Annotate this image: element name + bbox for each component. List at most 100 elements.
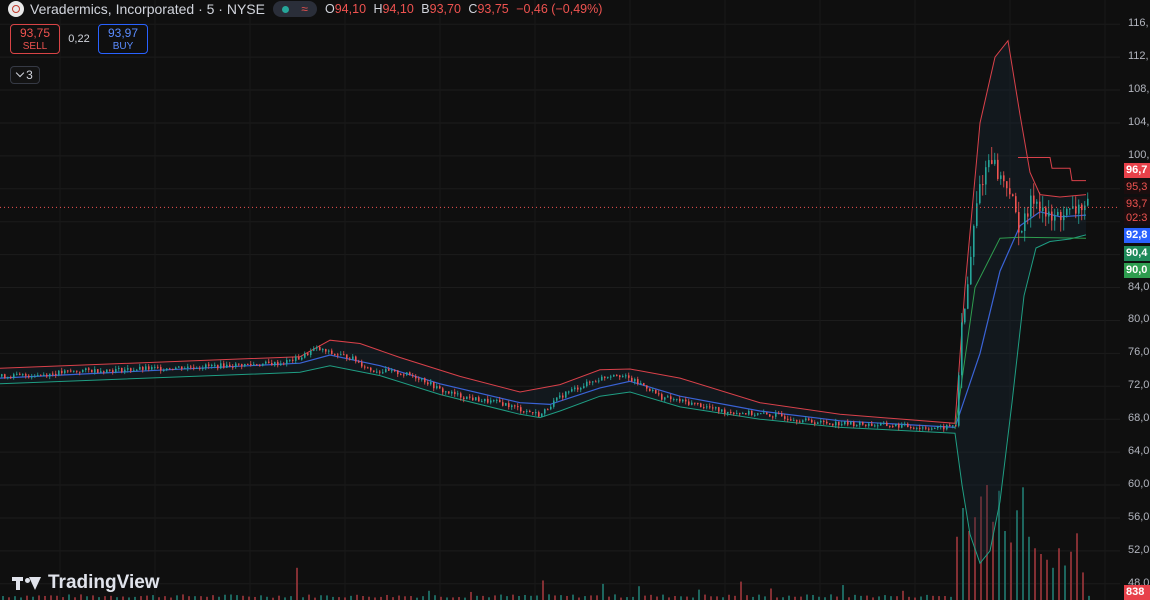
tradingview-logo[interactable]: TradingView xyxy=(12,572,160,594)
candle-body xyxy=(124,369,126,373)
volume-bar xyxy=(758,594,760,600)
price-axis-label: 116, xyxy=(1128,17,1149,30)
volume-bar xyxy=(404,596,406,600)
candle-body xyxy=(325,349,327,352)
price-tag: 92,8 xyxy=(1124,228,1150,243)
price-tag: 02:3 xyxy=(1124,211,1150,225)
candle-body xyxy=(307,353,309,355)
candle-body xyxy=(43,374,45,376)
candle-body xyxy=(742,413,744,415)
candle-body xyxy=(694,402,696,404)
candle-body xyxy=(745,413,747,415)
volume-bar xyxy=(398,595,400,600)
brand-name: TradingView xyxy=(48,572,160,593)
wave-icon: ≈ xyxy=(301,2,308,16)
market-open-icon xyxy=(282,5,290,13)
candle-body xyxy=(658,393,660,395)
candle-body xyxy=(802,420,804,423)
volume-bar xyxy=(860,595,862,600)
candle-body xyxy=(853,421,855,427)
ohlc-values: O94,10 H94,10 B93,70 C93,75 −0,46 (−0,49… xyxy=(325,2,606,16)
sell-button[interactable]: 93,75 SELL xyxy=(10,24,60,54)
chart-canvas[interactable] xyxy=(0,0,1150,600)
candle-body xyxy=(859,422,861,426)
indicators-collapse-toggle[interactable]: 3 xyxy=(10,66,40,84)
candle-body xyxy=(151,366,153,370)
candle-body xyxy=(799,421,801,423)
candle-body xyxy=(301,357,303,360)
candle-body xyxy=(82,370,84,373)
candle-body xyxy=(952,425,954,427)
candle-body xyxy=(97,369,99,373)
candle-body xyxy=(469,396,471,398)
volume-bar xyxy=(1022,487,1024,600)
candle-body xyxy=(748,410,750,415)
candle-body xyxy=(991,160,993,164)
volume-bar xyxy=(932,595,934,600)
volume-bar xyxy=(638,586,640,600)
volume-bar xyxy=(212,595,214,600)
volume-bar xyxy=(182,594,184,600)
candle-body xyxy=(871,423,873,426)
volume-bar xyxy=(536,595,538,600)
buy-button[interactable]: 93,97 BUY xyxy=(98,24,148,54)
candle-body xyxy=(697,402,699,404)
candle-body xyxy=(877,425,879,427)
candle-body xyxy=(31,376,33,378)
candle-body xyxy=(553,400,555,407)
candle-body xyxy=(1042,207,1044,211)
volume-bar xyxy=(1070,551,1072,600)
candle-body xyxy=(244,363,246,367)
candle-body xyxy=(874,425,876,427)
price-tag: 838 xyxy=(1124,585,1150,600)
candle-body xyxy=(19,373,21,375)
candle-body xyxy=(1039,201,1041,211)
volume-bar xyxy=(572,594,574,600)
candle-body xyxy=(613,374,615,377)
candle-body xyxy=(565,391,567,398)
candle-body xyxy=(91,369,93,373)
price-axis-label: 112, xyxy=(1128,50,1149,63)
candle-body xyxy=(994,159,996,164)
candle-body xyxy=(250,364,252,366)
candle-body xyxy=(139,366,141,370)
candle-body xyxy=(388,369,390,371)
volume-bar xyxy=(656,596,658,600)
candle-body xyxy=(181,366,183,369)
volume-bar xyxy=(188,596,190,600)
candle-body xyxy=(949,425,951,427)
buy-label: BUY xyxy=(112,41,134,52)
candle-body xyxy=(115,368,117,373)
candle-body xyxy=(16,373,18,375)
symbol-title[interactable]: Veradermics, Incorporated · 5 · NYSE xyxy=(30,1,265,17)
candle-body xyxy=(355,356,357,362)
candle-body xyxy=(427,382,429,385)
volume-bar xyxy=(644,595,646,600)
volume-bar xyxy=(938,596,940,600)
candle-body xyxy=(112,370,114,373)
price-axis-label: 72,0 xyxy=(1128,379,1150,392)
price-axis-label: 52,0 xyxy=(1128,543,1150,556)
candle-body xyxy=(943,425,945,430)
volume-bar xyxy=(962,508,964,600)
candle-body xyxy=(493,400,495,402)
volume-bar xyxy=(542,580,544,600)
market-status-pill[interactable]: ≈ xyxy=(273,1,317,17)
volume-bar xyxy=(326,595,328,600)
candle-body xyxy=(1066,208,1068,216)
volume-bar xyxy=(584,596,586,600)
candle-body xyxy=(988,160,990,168)
volume-bar xyxy=(2,596,4,600)
price-axis-label: 64,0 xyxy=(1128,445,1150,458)
candle-body xyxy=(274,361,276,366)
candle-body xyxy=(895,424,897,427)
sell-price: 93,75 xyxy=(19,26,51,40)
candle-body xyxy=(979,184,981,204)
change-value: −0,46 (−0,49%) xyxy=(516,2,603,16)
volume-bar xyxy=(92,595,94,600)
candle-body xyxy=(367,367,369,369)
candle-body xyxy=(166,368,168,370)
spread-value: 0,22 xyxy=(68,33,90,45)
candle-body xyxy=(622,376,624,378)
candle-body xyxy=(931,428,933,430)
